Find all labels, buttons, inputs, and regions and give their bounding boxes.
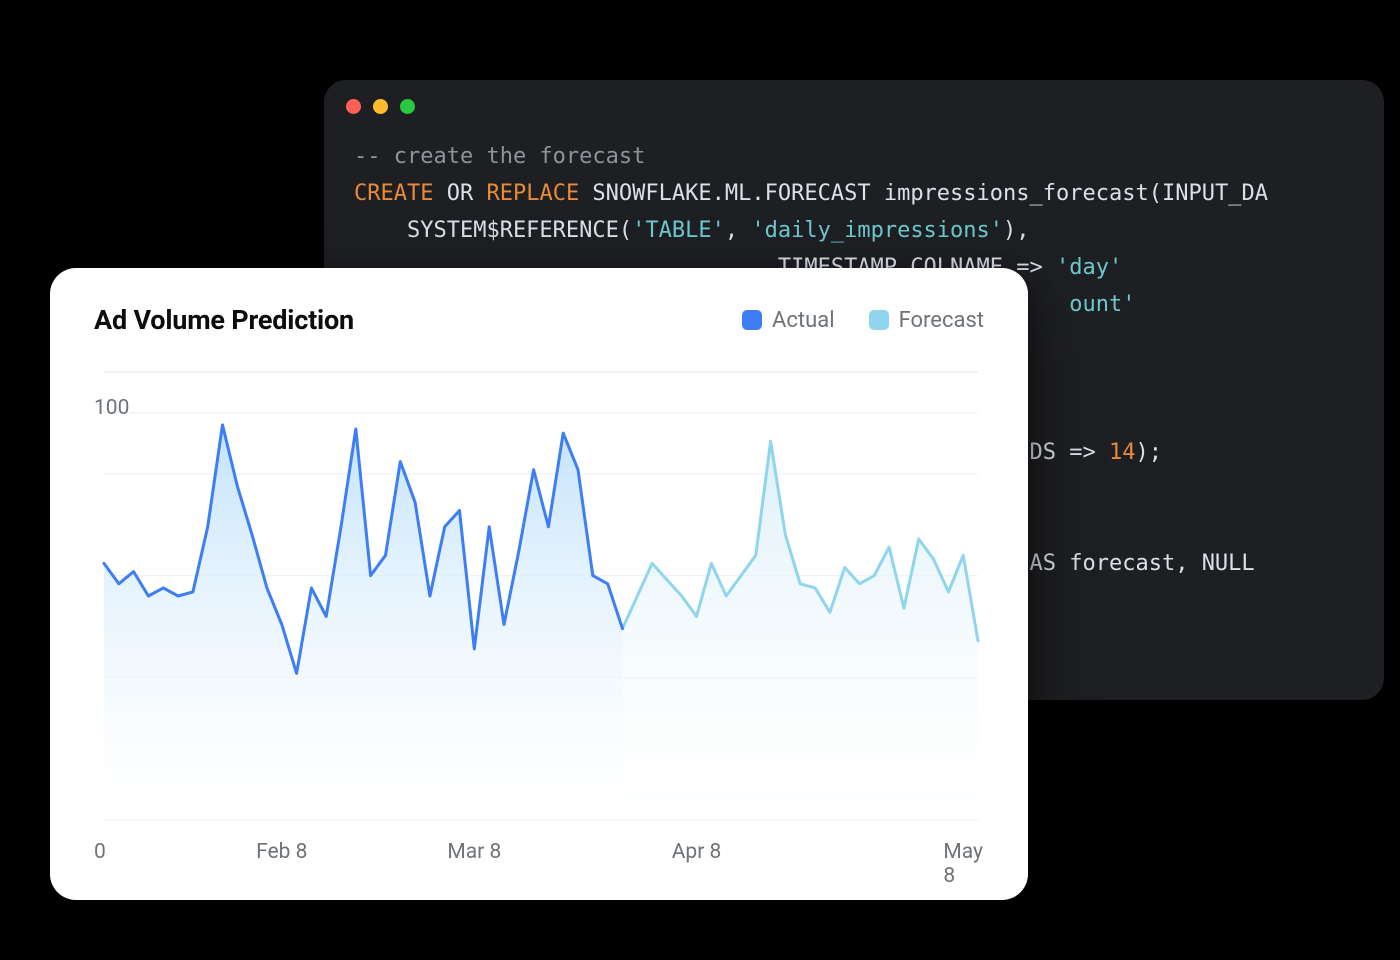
maximize-icon[interactable] xyxy=(400,99,415,114)
x-axis-zero: 0 xyxy=(94,840,106,864)
legend-swatch-actual xyxy=(742,310,762,330)
x-tick-apr8: Apr 8 xyxy=(672,840,722,864)
chart-card: Ad Volume Prediction Actual Forecast 100… xyxy=(50,268,1028,900)
x-tick-feb8: Feb 8 xyxy=(256,840,307,864)
chart-svg xyxy=(94,360,984,840)
y-tick-100: 100 xyxy=(94,396,129,420)
chart-plot: 100 0 Feb 8 Mar 8 Apr 8 May 8 xyxy=(94,360,984,868)
x-tick-mar8: Mar 8 xyxy=(447,840,501,864)
x-tick-may8: May 8 xyxy=(943,840,983,888)
legend-swatch-forecast xyxy=(869,310,889,330)
window-titlebar xyxy=(324,80,1384,132)
legend-label-actual: Actual xyxy=(772,308,835,333)
chart-legend: Actual Forecast xyxy=(742,308,984,333)
chart-title: Ad Volume Prediction xyxy=(94,304,354,336)
legend-item-actual: Actual xyxy=(742,308,835,333)
legend-label-forecast: Forecast xyxy=(899,308,984,333)
legend-item-forecast: Forecast xyxy=(869,308,984,333)
minimize-icon[interactable] xyxy=(373,99,388,114)
close-icon[interactable] xyxy=(346,99,361,114)
x-axis-labels: 0 Feb 8 Mar 8 Apr 8 May 8 xyxy=(94,840,984,868)
chart-header: Ad Volume Prediction Actual Forecast xyxy=(94,304,984,336)
